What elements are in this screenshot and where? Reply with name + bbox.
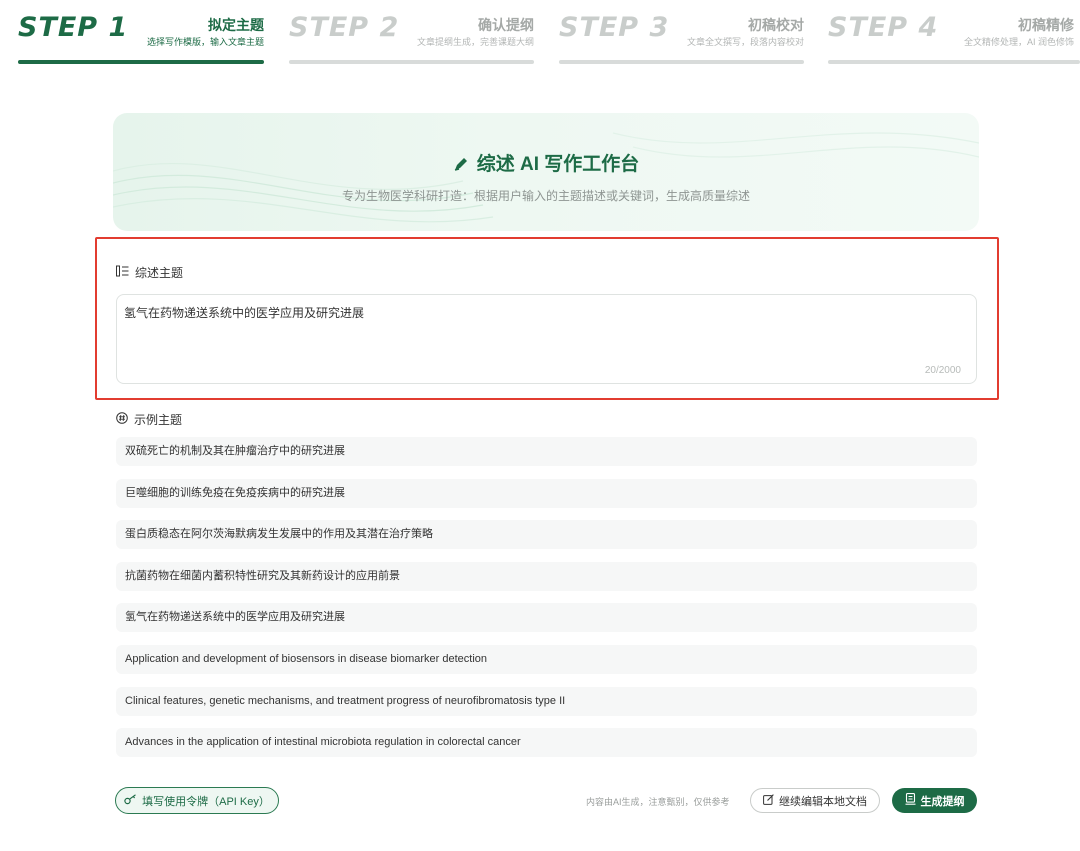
document-icon: [905, 793, 916, 808]
step-3-progress-bar: [559, 60, 804, 64]
topic-textarea[interactable]: 氢气在药物递送系统中的医学应用及研究进展 20/2000: [116, 294, 977, 384]
step-4-title: 初稿精修: [1018, 17, 1074, 33]
continue-edit-button[interactable]: 继续编辑本地文档: [750, 788, 880, 813]
step-4[interactable]: STEP 4 初稿精修 全文精修处理，AI 润色修饰: [828, 10, 1080, 64]
step-2-title: 确认提纲: [478, 17, 534, 33]
examples-section-label: 示例主题: [116, 411, 182, 428]
example-topic-item[interactable]: 双硫死亡的机制及其在肿瘤治疗中的研究进展: [116, 437, 977, 466]
step-progress: STEP 1 拟定主题 选择写作模版，输入文章主题 STEP 2 确认提纲 文章…: [18, 10, 1080, 64]
example-topic-item[interactable]: Advances in the application of intestina…: [116, 728, 977, 758]
topic-section-label: 综述主题: [116, 264, 183, 281]
ai-disclaimer: 内容由AI生成，注意甄别，仅供参考: [586, 797, 730, 807]
step-1-progress-bar: [18, 60, 264, 64]
example-topic-item[interactable]: 抗菌药物在细菌内蓄积特性研究及其新药设计的应用前景: [116, 561, 977, 591]
step-3-title: 初稿校对: [748, 17, 804, 33]
step-2[interactable]: STEP 2 确认提纲 文章提纲生成，完善课题大纲: [289, 10, 534, 64]
step-4-number: STEP 4: [828, 12, 939, 43]
hero-title-text: 综述 AI 写作工作台: [476, 154, 640, 175]
topic-label-text: 综述主题: [135, 266, 184, 280]
continue-edit-label: 继续编辑本地文档: [779, 795, 867, 808]
hero-banner: 综述 AI 写作工作台 专为生物医学科研打造：根据用户输入的主题描述或关键词，生…: [113, 113, 979, 231]
generate-outline-label: 生成提纲: [920, 795, 965, 808]
step-1-number: STEP 1: [18, 12, 129, 43]
key-icon: [124, 793, 137, 808]
hero-title: 综述 AI 写作工作台: [113, 149, 979, 178]
example-topic-item[interactable]: Application and development of biosensor…: [116, 644, 977, 674]
step-1[interactable]: STEP 1 拟定主题 选择写作模版，输入文章主题: [18, 10, 264, 64]
edit-icon: [763, 793, 774, 808]
examples-label-text: 示例主题: [134, 413, 183, 427]
step-2-progress-bar: [289, 60, 534, 64]
step-3-number: STEP 3: [559, 12, 670, 43]
step-4-progress-bar: [828, 60, 1080, 64]
api-key-button[interactable]: 填写使用令牌（API Key）: [115, 787, 279, 814]
step-1-title: 拟定主题: [208, 17, 264, 33]
list-icon: [116, 265, 129, 280]
character-count: 20/2000: [924, 365, 961, 376]
hero-subtitle: 专为生物医学科研打造：根据用户输入的主题描述或关键词，生成高质量综述: [341, 189, 750, 203]
generate-outline-button[interactable]: 生成提纲: [892, 788, 977, 813]
step-4-description: 全文精修处理，AI 润色修饰: [963, 37, 1074, 47]
example-topic-item[interactable]: 蛋白质稳态在阿尔茨海默病发生发展中的作用及其潜在治疗策略: [116, 520, 977, 550]
step-3-description: 文章全文撰写，段落内容校对: [686, 37, 804, 47]
topic-value[interactable]: 氢气在药物递送系统中的医学应用及研究进展: [124, 304, 364, 321]
example-topic-list: 双硫死亡的机制及其在肿瘤治疗中的研究进展 巨噬细胞的训练免疫在免疫疾病中的研究进…: [116, 437, 977, 770]
step-1-description: 选择写作模版，输入文章主题: [146, 37, 264, 47]
example-topic-item[interactable]: 巨噬细胞的训练免疫在免疫疾病中的研究进展: [116, 478, 977, 508]
pen-icon: [453, 156, 469, 178]
step-2-number: STEP 2: [289, 12, 400, 43]
hash-icon: [116, 412, 128, 427]
example-topic-item[interactable]: Clinical features, genetic mechanisms, a…: [116, 686, 977, 716]
api-key-button-label: 填写使用令牌（API Key）: [142, 795, 270, 808]
example-topic-item[interactable]: 氢气在药物递送系统中的医学应用及研究进展: [116, 603, 977, 633]
step-3[interactable]: STEP 3 初稿校对 文章全文撰写，段落内容校对: [559, 10, 804, 64]
step-2-description: 文章提纲生成，完善课题大纲: [416, 37, 534, 47]
